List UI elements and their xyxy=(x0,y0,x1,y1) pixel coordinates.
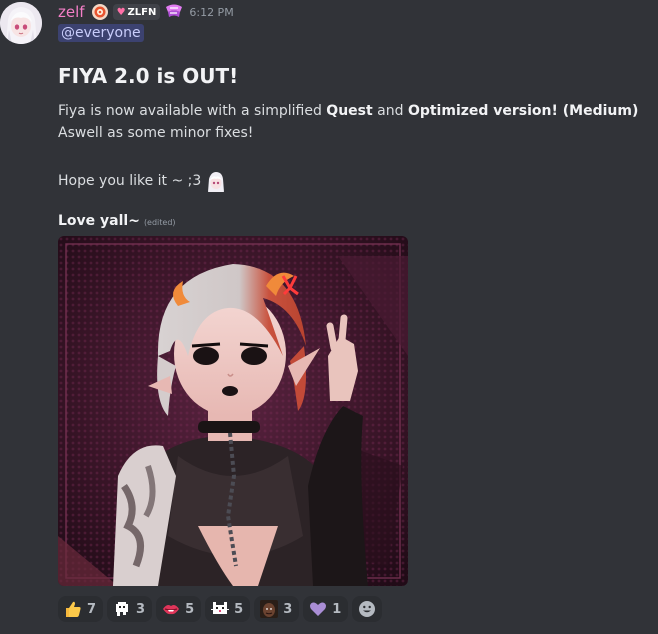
reaction-thumbs-up[interactable]: 7 xyxy=(58,596,104,622)
message-header: zelf ♥ ZLFN 6:12 PM xyxy=(58,2,234,22)
reaction-count: 5 xyxy=(185,601,195,617)
message-timestamp[interactable]: 6:12 PM xyxy=(189,6,233,19)
pixel-cat-icon xyxy=(211,600,230,618)
pixel-ghost-icon xyxy=(113,600,131,618)
face-meme-icon xyxy=(260,600,279,618)
reactions-bar: 7 3 5 5 3 1 xyxy=(58,596,383,622)
signoff-text: Love yall~ xyxy=(58,213,140,229)
clan-tag-label: ZLFN xyxy=(127,6,157,18)
custom-emoji-icon[interactable] xyxy=(205,170,228,192)
body-line-2: Aswell as some minor fixes! xyxy=(58,125,254,141)
heart-icon: ♥ xyxy=(116,6,126,18)
reaction-face-meme[interactable]: 3 xyxy=(254,596,300,622)
reaction-pixel-cat[interactable]: 5 xyxy=(205,596,251,622)
reaction-pixel-ghost[interactable]: 3 xyxy=(107,596,153,622)
smiley-icon xyxy=(359,601,376,617)
reaction-count: 7 xyxy=(87,601,97,617)
chat-message: zelf ♥ ZLFN 6:12 PM @everyone FIYA 2.0 i… xyxy=(0,0,658,634)
edited-label: (edited) xyxy=(143,218,176,227)
username[interactable]: zelf xyxy=(58,3,85,21)
clan-tag[interactable]: ♥ ZLFN xyxy=(112,4,161,20)
reaction-count: 1 xyxy=(332,601,342,617)
body-bold-quest: Quest xyxy=(326,103,373,119)
body-text: Hope you like it ~ ;3 xyxy=(58,173,202,189)
image-attachment[interactable] xyxy=(58,236,408,586)
reaction-count: 5 xyxy=(234,601,244,617)
anime-girl-avatar-icon xyxy=(0,2,42,44)
body-line-1: Fiya is now available with a simplified … xyxy=(58,103,638,119)
reaction-count: 3 xyxy=(136,601,146,617)
add-reaction-button[interactable] xyxy=(352,596,383,622)
reaction-lips[interactable]: 5 xyxy=(156,596,202,622)
flower-badge-icon xyxy=(91,3,109,21)
user-avatar[interactable] xyxy=(0,2,42,44)
body-text: and xyxy=(372,103,408,119)
lips-icon xyxy=(162,600,180,618)
nitro-badge-icon xyxy=(164,3,183,21)
message-heading: FIYA 2.0 is OUT! xyxy=(58,64,239,88)
reaction-purple-heart[interactable]: 1 xyxy=(303,596,349,622)
thumbs-up-icon xyxy=(64,600,82,618)
body-text: Fiya is now available with a simplified xyxy=(58,103,327,119)
purple-heart-icon xyxy=(309,600,327,618)
avatar-render-image xyxy=(58,236,408,586)
body-bold-optimized: Optimized version! (Medium) xyxy=(407,103,639,119)
reaction-count: 3 xyxy=(283,601,293,617)
signoff-line: Love yall~ (edited) xyxy=(58,213,176,229)
body-line-3: Hope you like it ~ ;3 xyxy=(58,170,228,192)
everyone-mention[interactable]: @everyone xyxy=(58,24,144,42)
